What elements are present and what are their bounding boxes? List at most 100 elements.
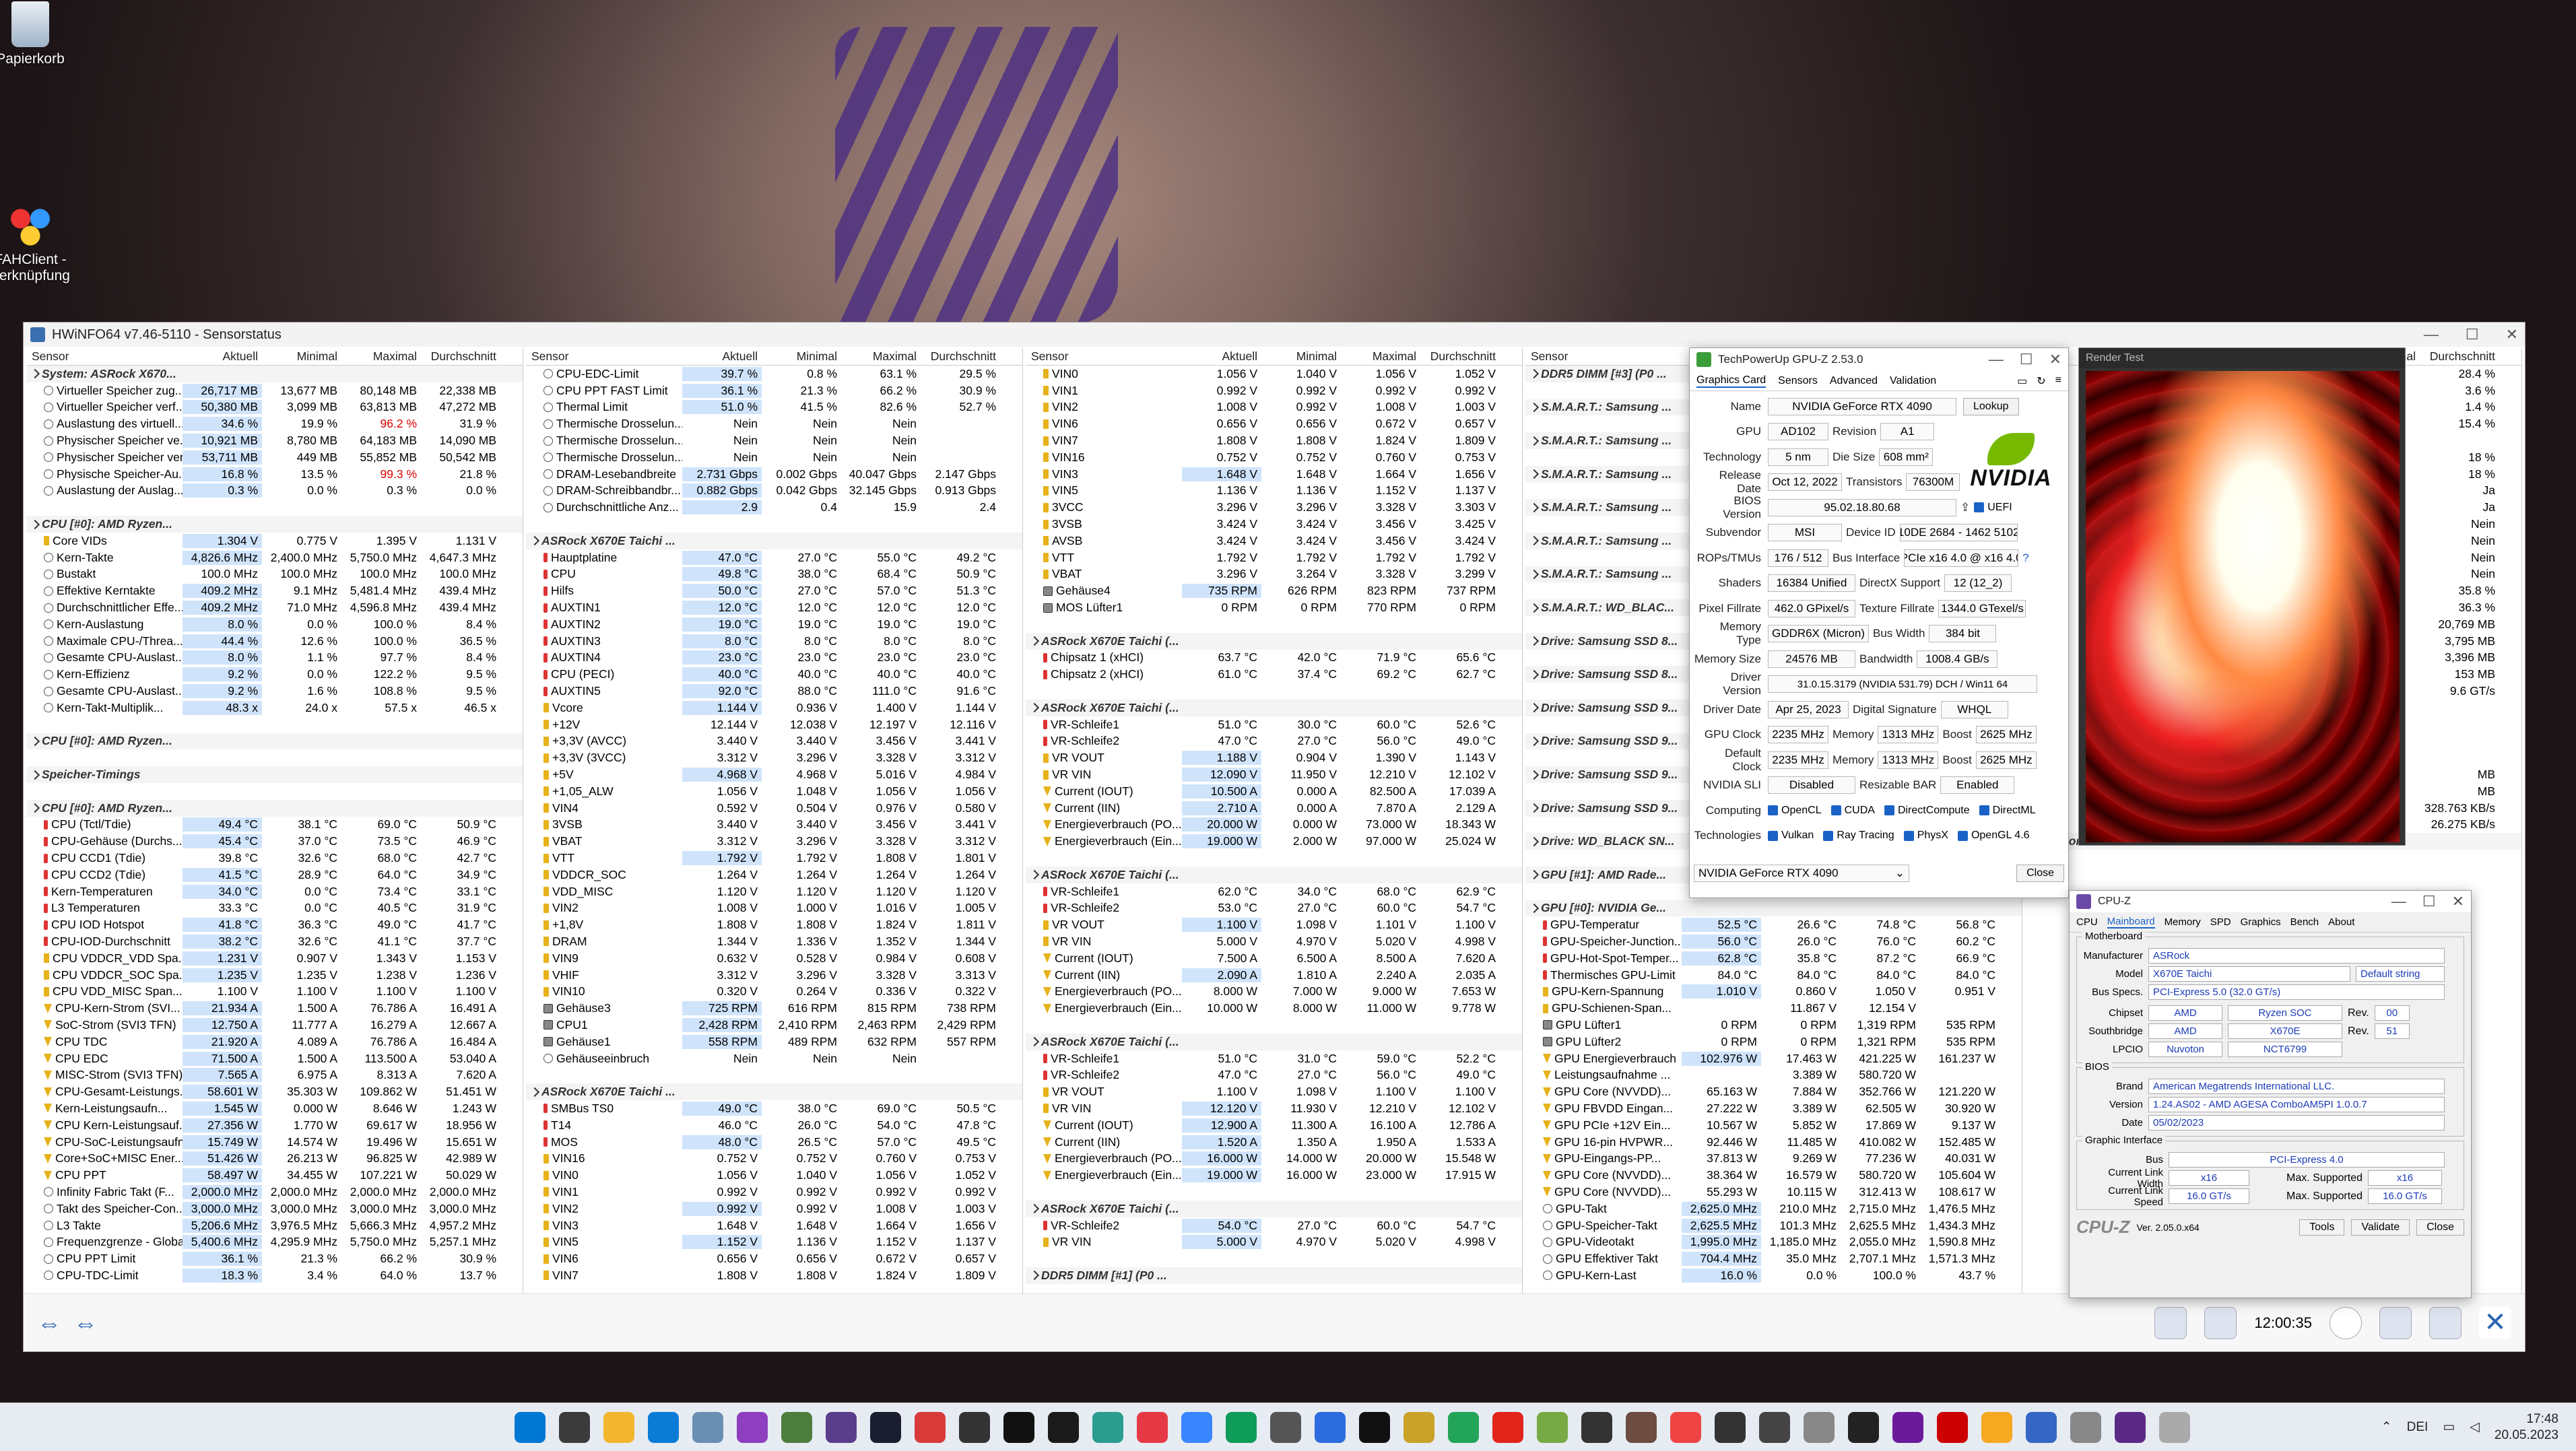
taskbar-app-icon[interactable] xyxy=(1137,1411,1168,1443)
sensor-row[interactable]: VIN2 0.992 V 0.992 V 1.008 V 1.003 V xyxy=(526,1201,1022,1217)
gpuz-titlebar[interactable]: TechPowerUp GPU-Z 2.53.0 — ☐ ✕ xyxy=(1690,348,2068,371)
sensor-row[interactable]: GPU Core (NVVDD)... 38.364 W 16.579 W 580.7… xyxy=(1525,1167,2022,1184)
sensor-row[interactable]: VIN5 1.136 V 1.136 V 1.152 V 1.137 V xyxy=(1026,483,1522,500)
next-arrows-icon[interactable]: ⇔ xyxy=(73,1309,98,1337)
close-icon[interactable]: ✕ xyxy=(2049,351,2061,368)
sensor-row[interactable]: Auslastung des virtuell... 34.6 % 19.9 % 96… xyxy=(26,415,523,432)
taskbar-app-icon[interactable] xyxy=(1448,1411,1479,1443)
refresh-icon[interactable]: ↻ xyxy=(2037,374,2045,388)
sensor-row[interactable]: VR VIN 12.090 V 11.950 V 12.210 V 12.102 V xyxy=(1026,766,1522,783)
opencl-checkbox[interactable] xyxy=(1768,805,1778,816)
sensor-row[interactable]: Energieverbrauch (PO... 8.000 W 7.000 W 9.0… xyxy=(1026,983,1522,1000)
close-icon[interactable]: ✕ xyxy=(2452,893,2464,910)
sensor-row[interactable]: VIN6 0.656 V 0.656 V 0.672 V 0.657 V xyxy=(526,1250,1022,1267)
sensor-row[interactable]: GPU-Takt 2,625.0 MHz 210.0 MHz 2,715.0 MHz 1… xyxy=(1525,1201,2022,1217)
sensor-row[interactable]: VR VIN 5.000 V 4.970 V 5.020 V 4.998 V xyxy=(1026,933,1522,950)
sensor-row[interactable]: Kern-Effizienz 9.2 % 0.0 % 122.2 % 9.5 % xyxy=(26,666,523,683)
sensor-row[interactable]: Takt des Speicher-Con... 3,000.0 MHz 3,000… xyxy=(26,1201,523,1217)
taskbar-app-icon[interactable] xyxy=(1804,1411,1835,1443)
sensor-row[interactable]: CPU (PECI) 40.0 °C 40.0 °C 40.0 °C 40.0 °C xyxy=(526,666,1022,683)
header-sensor[interactable]: Sensor xyxy=(26,349,183,364)
vulkan-checkbox[interactable] xyxy=(1768,830,1778,841)
sensor-row[interactable]: CPU Kern-Leistungsauf... 27.356 W 1.770 W 6… xyxy=(26,1117,523,1134)
tab-memory[interactable]: Memory xyxy=(2165,916,2201,928)
raytracing-checkbox[interactable] xyxy=(1823,830,1834,841)
header-aktuell[interactable]: Aktuell xyxy=(1182,349,1261,364)
sensor-row[interactable]: +1,8V 1.808 V 1.808 V 1.824 V 1.811 V xyxy=(526,916,1022,933)
tools-button[interactable]: Tools xyxy=(2299,1219,2345,1236)
sensor-row[interactable]: L3 Temperaturen 33.3 °C 0.0 °C 40.5 °C 31.9 … xyxy=(26,900,523,917)
sensor-row[interactable]: VR-Schleife1 51.0 °C 30.0 °C 60.0 °C 52.6 °C xyxy=(1026,716,1522,733)
report-icon[interactable] xyxy=(2379,1306,2412,1339)
sensor-row[interactable]: CPU-EDC-Limit 39.7 % 0.8 % 63.1 % 29.5 % xyxy=(526,366,1022,382)
tray-chevron-up-icon[interactable]: ⌃ xyxy=(2381,1419,2392,1435)
expand-chevron-icon[interactable] xyxy=(529,1087,540,1097)
expand-chevron-icon[interactable] xyxy=(1529,703,1540,713)
sensor-row[interactable]: Current (IIN) 1.520 A 1.350 A 1.950 A 1.533 … xyxy=(1026,1134,1522,1151)
sensor-row[interactable]: VHIF 3.312 V 3.296 V 3.328 V 3.313 V xyxy=(526,967,1022,984)
sensor-row[interactable]: Maximale CPU-/Threa... 44.4 % 12.6 % 100.0 … xyxy=(26,633,523,650)
cpuz-titlebar[interactable]: CPU-Z — ☐ ✕ xyxy=(2070,891,2471,912)
camera-icon[interactable]: ▭ xyxy=(2017,374,2027,388)
volume-tray-icon[interactable]: ◁ xyxy=(2470,1419,2480,1435)
expand-chevron-icon[interactable] xyxy=(30,803,40,813)
sensor-row[interactable]: Current (IIN) 2.090 A 1.810 A 2.240 A 2.035 … xyxy=(1026,967,1522,984)
expand-chevron-icon[interactable] xyxy=(1529,536,1540,546)
share-icon[interactable]: ⇪ xyxy=(1956,501,1974,514)
sensor-row[interactable]: DRAM-Schreibbandbr... 0.882 Gbps 0.042 Gbp… xyxy=(526,483,1022,500)
sensor-row[interactable]: CPU-TDC-Limit 18.3 % 3.4 % 64.0 % 13.7 % xyxy=(26,1267,523,1284)
sensor-row[interactable]: VIN3 1.648 V 1.648 V 1.664 V 1.656 V xyxy=(1026,466,1522,483)
sensor-row[interactable]: VIN0 1.056 V 1.040 V 1.056 V 1.052 V xyxy=(1026,366,1522,382)
cpuz-close-button[interactable]: Close xyxy=(2416,1219,2464,1236)
taskbar-app-icon[interactable] xyxy=(1315,1411,1346,1443)
sensor-row[interactable]: DRAM-Lesebandbreite 2.731 Gbps 0.002 Gbps 4… xyxy=(526,466,1022,483)
taskbar-app-icon[interactable] xyxy=(826,1411,857,1443)
sensor-row[interactable]: GPU-Kern-Spannung 1.010 V 0.860 V 1.050 V 0.… xyxy=(1525,983,2022,1000)
sensor-group-row[interactable]: ASRock X670E Taichi (... xyxy=(1026,1200,1522,1217)
taskbar-app-icon[interactable] xyxy=(959,1411,990,1443)
tab-validation[interactable]: Validation xyxy=(1890,375,1936,387)
minimize-icon[interactable]: — xyxy=(2391,893,2406,910)
sensor-row[interactable]: VR VOUT 1.100 V 1.098 V 1.101 V 1.100 V xyxy=(1026,916,1522,933)
expand-chevron-icon[interactable] xyxy=(1529,436,1540,446)
sensor-row[interactable]: VIN2 1.008 V 1.000 V 1.016 V 1.005 V xyxy=(526,900,1022,917)
expand-chevron-icon[interactable] xyxy=(1529,369,1540,379)
sensor-row[interactable]: 3VCC 3.296 V 3.296 V 3.328 V 3.303 V xyxy=(1026,499,1522,516)
validate-button[interactable]: Validate xyxy=(2351,1219,2410,1236)
sensor-row[interactable]: +3,3V (3VCC) 3.312 V 3.296 V 3.328 V 3.312 V xyxy=(526,749,1022,766)
taskbar-app-icon[interactable] xyxy=(1181,1411,1212,1443)
sensor-row[interactable]: CPU 49.8 °C 38.0 °C 68.4 °C 50.9 °C xyxy=(526,566,1022,583)
taskbar-app-icon[interactable] xyxy=(2115,1411,2146,1443)
sensor-row[interactable]: CPU PPT FAST Limit 36.1 % 21.3 % 66.2 % 30.9… xyxy=(526,382,1022,399)
expand-chevron-icon[interactable] xyxy=(1529,603,1540,613)
header-sensor[interactable]: Sensor xyxy=(1026,349,1182,364)
header-durchschnitt[interactable]: Durchschnitt xyxy=(921,349,1000,364)
sensor-row[interactable]: Virtueller Speicher zug... 26,717 MB 13,67… xyxy=(26,382,523,399)
sensor-row[interactable]: VR VIN 12.120 V 11.930 V 12.210 V 12.102 V xyxy=(1026,1100,1522,1117)
network-icon[interactable] xyxy=(2154,1306,2187,1339)
sensor-row[interactable]: VBAT 3.312 V 3.296 V 3.328 V 3.312 V xyxy=(526,833,1022,850)
uefi-checkbox[interactable] xyxy=(1974,502,1985,513)
sensor-row[interactable]: Current (IIN) 2.710 A 0.000 A 7.870 A 2.129 … xyxy=(1026,800,1522,817)
sensor-row[interactable]: Gehäuse4 735 RPM 626 RPM 823 RPM 737 RPM xyxy=(1026,582,1522,599)
sensor-row[interactable]: VIN16 0.752 V 0.752 V 0.760 V 0.753 V xyxy=(1026,449,1522,466)
expand-chevron-icon[interactable] xyxy=(529,536,540,546)
expand-chevron-icon[interactable] xyxy=(1529,402,1540,413)
sensor-row[interactable]: SMBus TS0 49.0 °C 38.0 °C 69.0 °C 50.5 °C xyxy=(526,1100,1022,1117)
header-maximal[interactable]: Maximal xyxy=(1341,349,1420,364)
sensor-group-row[interactable]: ASRock X670E Taichi (... xyxy=(1026,632,1522,650)
taskbar-app-icon[interactable] xyxy=(1981,1411,2012,1443)
header-minimal[interactable]: Minimal xyxy=(1261,349,1341,364)
sensor-row[interactable]: VR VOUT 1.188 V 0.904 V 1.390 V 1.143 V xyxy=(1026,749,1522,766)
sensor-row[interactable]: CPU VDDCR_VDD Spa... 1.231 V 0.907 V 1.343 … xyxy=(26,950,523,967)
sensor-row[interactable]: Auslastung der Auslag... 0.3 % 0.0 % 0.3 % 0… xyxy=(26,483,523,500)
sensor-row[interactable]: CPU (Tctl/Tdie) 49.4 °C 38.1 °C 69.0 °C 50.9… xyxy=(26,817,523,834)
directml-checkbox[interactable] xyxy=(1979,805,1989,816)
sensor-row[interactable]: Current (IOUT) 10.500 A 0.000 A 82.500 A 17.… xyxy=(1026,783,1522,800)
sensor-row[interactable]: 3VSB 3.440 V 3.440 V 3.456 V 3.441 V xyxy=(526,817,1022,834)
expand-chevron-icon[interactable] xyxy=(1529,636,1540,646)
sensor-row[interactable]: CPU VDD_MISC Span... 1.100 V 1.100 V 1.100 … xyxy=(26,983,523,1000)
expand-chevron-icon[interactable] xyxy=(1029,1037,1040,1047)
expand-chevron-icon[interactable] xyxy=(30,770,40,780)
sensor-row[interactable]: Energieverbrauch (Ein... 19.000 W 2.000 W 9… xyxy=(1026,833,1522,850)
